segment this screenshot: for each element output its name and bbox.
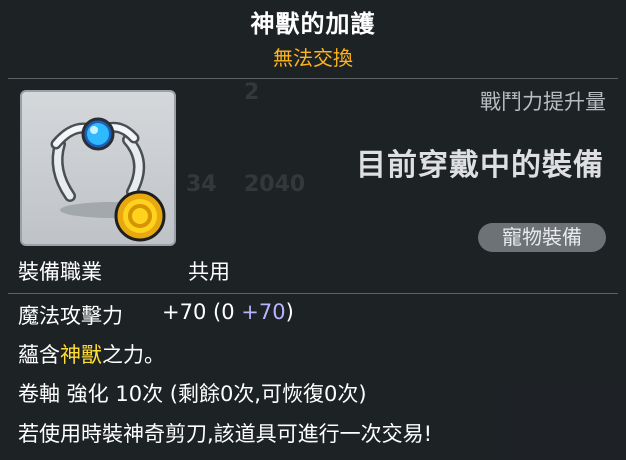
magic-attack-label: 魔法攻擊力 bbox=[18, 304, 123, 328]
background-ghost-number: 34 bbox=[186, 172, 217, 197]
job-row: 裝備職業 共用 bbox=[18, 256, 230, 286]
trade-status: 無法交換 bbox=[273, 46, 353, 70]
background-ghost-number: 2 bbox=[244, 80, 260, 105]
item-tooltip: 2 34 2040 神獸的加護 無法交換 戰鬥力提升量 目前穿戴中的裝備 寵物裝… bbox=[0, 0, 626, 460]
background-ghost-number: 2040 bbox=[244, 172, 306, 197]
job-value: 共用 bbox=[188, 260, 230, 284]
power-increase-label: 戰鬥力提升量 bbox=[480, 90, 606, 114]
item-icon-frame bbox=[20, 90, 176, 246]
divider bbox=[8, 293, 618, 294]
current-equip-text: 目前穿戴中的裝備 bbox=[356, 148, 604, 183]
pet-equipment-tag: 寵物裝備 bbox=[478, 223, 606, 252]
description-highlight: 神獸 bbox=[60, 343, 102, 367]
scissors-note: 若使用時裝神奇剪刀,該道具可進行一次交易! bbox=[18, 422, 433, 446]
magic-attack-base: (0 bbox=[213, 300, 235, 324]
magic-attack-total: +70 bbox=[162, 300, 207, 324]
magic-attack-bonus: +70 bbox=[241, 300, 286, 324]
scroll-enhance-row: 卷軸 強化 10次 (剩餘0次,可恢復0次) bbox=[18, 382, 367, 406]
job-label: 裝備職業 bbox=[18, 260, 102, 284]
item-name: 神獸的加護 bbox=[250, 10, 376, 38]
magic-attack-values: +70 (0 +70) bbox=[162, 300, 294, 324]
magic-attack-close: ) bbox=[285, 300, 294, 324]
description-prefix: 蘊含 bbox=[18, 343, 60, 367]
divider bbox=[8, 78, 618, 79]
description-suffix: 之力。 bbox=[102, 343, 165, 367]
magic-attack-row: 魔法攻擊力 +70 (0 +70) bbox=[18, 300, 294, 330]
description-row: 蘊含神獸之力。 bbox=[18, 339, 165, 369]
ring-with-blue-gem-and-gold-coin-icon bbox=[50, 117, 166, 242]
